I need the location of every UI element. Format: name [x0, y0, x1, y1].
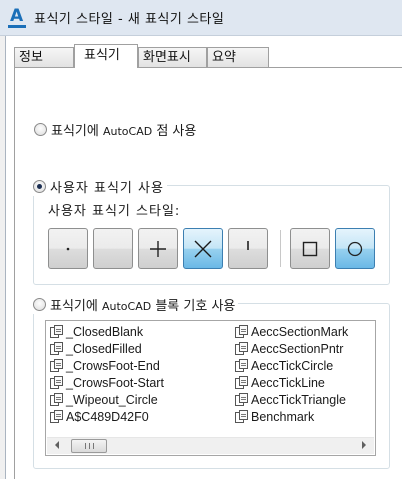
block-icon [49, 358, 64, 373]
radio-label: 표식기에 AutoCAD 블록 기호 사용 [50, 299, 236, 314]
square-icon [302, 241, 318, 256]
scroll-right-arrow-icon[interactable] [362, 441, 366, 449]
radio-label: 사용자 표식기 사용 [50, 181, 164, 196]
block-icon [49, 409, 64, 424]
block-icon [49, 375, 64, 390]
circle-icon [347, 241, 363, 256]
list-item[interactable]: AeccTickLine [234, 374, 348, 391]
radio-button[interactable] [33, 298, 46, 311]
marker-square-button[interactable] [290, 228, 330, 269]
block-icon [49, 324, 64, 339]
plus-icon [150, 240, 166, 257]
button-separator [280, 230, 281, 267]
autocad-app-icon[interactable]: A [7, 7, 29, 29]
x-icon [194, 240, 212, 257]
list-item[interactable]: AeccTickTriangle [234, 391, 348, 408]
marker-tick-button[interactable] [228, 228, 268, 269]
marker-circle-button[interactable] [335, 228, 375, 269]
block-icon [49, 392, 64, 407]
radio-button[interactable] [34, 123, 47, 136]
block-icon [234, 358, 249, 373]
block-icon [234, 392, 249, 407]
horizontal-scrollbar[interactable] [47, 437, 374, 454]
marker-none-button[interactable] [93, 228, 133, 269]
radio-label: 표식기에 AutoCAD 점 사용 [51, 124, 197, 139]
marker-plus-button[interactable] [138, 228, 178, 269]
tab-summary[interactable]: 요약 [207, 47, 269, 68]
custom-marker-style-label: 사용자 표식기 스타일: [48, 204, 181, 219]
tab-info[interactable]: 정보 [14, 47, 74, 68]
list-item[interactable]: AeccSectionPntr [234, 340, 348, 357]
dot-icon [66, 247, 70, 250]
block-icon [234, 324, 249, 339]
marker-x-button[interactable] [183, 228, 223, 269]
list-item[interactable]: AeccSectionMark [234, 323, 348, 340]
grip-icon [85, 443, 94, 449]
tab-display[interactable]: 화면표시 [138, 47, 207, 68]
radio-autocad-block[interactable]: 표식기에 AutoCAD 블록 기호 사용 [33, 295, 239, 314]
block-list-column-1: _ClosedBlank _ClosedFilled _CrowsFoot-En… [49, 323, 164, 425]
list-item[interactable]: Benchmark [234, 408, 348, 425]
block-icon [49, 341, 64, 356]
title-bar: A 표식기 스타일 - 새 표식기 스타일 [0, 0, 402, 36]
list-item[interactable]: _ClosedFilled [49, 340, 164, 357]
list-item[interactable]: _CrowsFoot-Start [49, 374, 164, 391]
list-item[interactable]: _ClosedBlank [49, 323, 164, 340]
tab-strip: 정보 표식기 화면표시 요약 [14, 44, 269, 68]
tab-marker[interactable]: 표식기 [74, 44, 138, 68]
window-title: 표식기 스타일 - 새 표식기 스타일 [34, 12, 225, 27]
tick-icon [247, 240, 249, 250]
block-icon [234, 341, 249, 356]
list-item[interactable]: _Wipeout_Circle [49, 391, 164, 408]
radio-custom-marker[interactable]: 사용자 표식기 사용 [33, 177, 167, 196]
list-item[interactable]: AeccTickCircle [234, 357, 348, 374]
block-symbol-list[interactable]: _ClosedBlank _ClosedFilled _CrowsFoot-En… [45, 320, 376, 456]
tab-underline [14, 67, 402, 68]
block-list-column-2: AeccSectionMark AeccSectionPntr AeccTick… [234, 323, 348, 425]
marker-dot-button[interactable] [48, 228, 88, 269]
radio-autocad-point[interactable]: 표식기에 AutoCAD 점 사용 [34, 120, 196, 139]
block-icon [234, 409, 249, 424]
list-item[interactable]: _CrowsFoot-End [49, 357, 164, 374]
block-icon [234, 375, 249, 390]
radio-button[interactable] [33, 180, 46, 193]
scroll-thumb[interactable] [71, 439, 107, 453]
scroll-left-arrow-icon[interactable] [55, 441, 59, 449]
list-item[interactable]: A$C489D42F0 [49, 408, 164, 425]
